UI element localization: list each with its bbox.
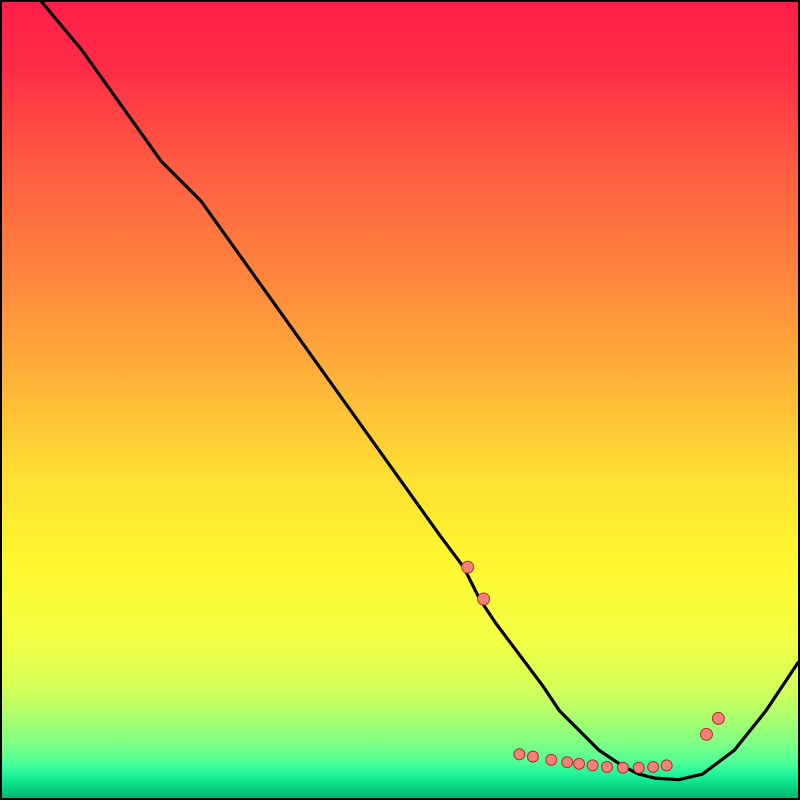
marker-dot — [462, 561, 474, 573]
marker-dot — [562, 757, 573, 768]
marker-dot — [587, 760, 598, 771]
marker-dot — [574, 758, 585, 769]
curve-line — [42, 2, 798, 780]
marker-dot — [633, 762, 644, 773]
marker-dot — [700, 728, 712, 740]
marker-dot — [712, 712, 724, 724]
marker-dot — [601, 761, 612, 772]
marker-dot — [617, 762, 628, 773]
marker-dot — [661, 760, 672, 771]
marker-dot — [514, 749, 525, 760]
marker-dot — [648, 761, 659, 772]
chart-container: TheBottleneck.com — [0, 0, 800, 800]
marker-dot — [478, 593, 490, 605]
marker-dot — [546, 754, 557, 765]
marker-dot — [527, 751, 538, 762]
plot-layer — [2, 2, 798, 798]
curve-markers — [462, 561, 725, 773]
plot-frame — [0, 0, 800, 800]
